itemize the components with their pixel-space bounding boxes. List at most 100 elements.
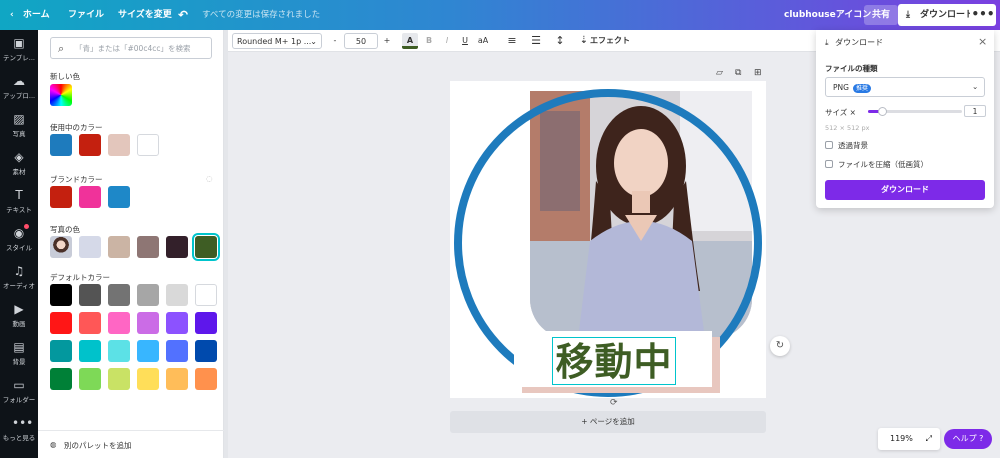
side-nav: ▣ テンプレ... ☁ アップロ... ▨ 写真 ◈ 素材 T テキスト ◉ ス… — [0, 30, 38, 458]
cloud-upload-icon: ☁ — [13, 74, 25, 88]
nav-audio[interactable]: ♫ オーディオ — [0, 258, 38, 296]
text-icon: T — [15, 188, 23, 202]
file-menu[interactable]: ファイル — [68, 0, 104, 30]
default-color-swatch[interactable] — [166, 312, 188, 334]
share-button[interactable]: 共有 — [864, 5, 899, 25]
close-icon[interactable]: × — [978, 35, 987, 48]
fullscreen-icon[interactable]: ⤢ — [926, 428, 932, 450]
add-page-button[interactable]: + ページを追加 — [450, 411, 766, 433]
download-panel-header: ⤓ ダウンロード — [825, 37, 883, 48]
font-size-decrease[interactable]: - — [328, 33, 342, 49]
font-size-increase[interactable]: + — [380, 33, 394, 49]
design-title[interactable]: clubhouseアイコン — [784, 0, 871, 30]
color-swatch[interactable] — [50, 134, 72, 156]
font-size-input[interactable]: 50 — [344, 33, 378, 49]
default-color-swatch[interactable] — [166, 340, 188, 362]
default-color-swatch[interactable] — [137, 368, 159, 390]
add-new-color-swatch[interactable] — [50, 84, 72, 106]
align-center-icon[interactable]: ≡ — [504, 33, 520, 49]
transparent-bg-checkbox[interactable] — [825, 141, 833, 149]
color-search-field[interactable]: ⌕ 「青」または「#00c4cc」を検索 — [50, 37, 212, 59]
font-family-select[interactable]: Rounded M+ 1p ... ⌄ — [232, 33, 322, 49]
nav-background[interactable]: ▤ 背景 — [0, 334, 38, 372]
default-color-swatch[interactable] — [79, 368, 101, 390]
zoom-control[interactable]: 119% ⤢ — [878, 428, 940, 450]
letter-case-button[interactable]: aA — [474, 33, 492, 49]
size-slider-handle[interactable] — [878, 107, 887, 116]
size-input[interactable]: 1 — [964, 105, 986, 117]
brand-color-swatch[interactable] — [50, 186, 72, 208]
rotate-handle-icon[interactable]: ⟳ — [610, 398, 618, 408]
brand-info-icon[interactable]: ◌ — [206, 174, 213, 183]
nav-templates[interactable]: ▣ テンプレ... — [0, 30, 38, 68]
default-color-swatch[interactable] — [50, 312, 72, 334]
default-color-swatch[interactable] — [195, 312, 217, 334]
color-swatch[interactable] — [79, 134, 101, 156]
default-color-swatch[interactable] — [137, 284, 159, 306]
nav-photos[interactable]: ▨ 写真 — [0, 106, 38, 144]
default-color-swatch[interactable] — [195, 368, 217, 390]
file-type-select[interactable]: PNG 推奨 ⌄ — [825, 77, 985, 97]
nav-uploads[interactable]: ☁ アップロ... — [0, 68, 38, 106]
default-color-swatch[interactable] — [137, 340, 159, 362]
effects-button[interactable]: エフェクト — [590, 33, 630, 49]
default-color-swatch[interactable] — [50, 368, 72, 390]
back-home-button[interactable]: ‹ ホーム — [10, 0, 50, 30]
photo-color-swatch[interactable] — [166, 236, 188, 258]
brand-color-swatch[interactable] — [108, 186, 130, 208]
nav-more[interactable]: ••• もっと見る — [0, 410, 38, 448]
default-color-swatch[interactable] — [79, 340, 101, 362]
default-color-swatch[interactable] — [195, 340, 217, 362]
brand-color-swatch[interactable] — [79, 186, 101, 208]
duplicate-page-icon[interactable]: ⧉ — [735, 68, 741, 78]
resize-menu[interactable]: サイズを変更 — [118, 0, 172, 30]
bold-button[interactable]: B — [422, 33, 436, 49]
more-options-button[interactable]: ••• — [970, 4, 996, 26]
page-notes-icon[interactable]: ▱ — [716, 68, 723, 78]
add-page-icon[interactable]: ⊞ — [754, 68, 762, 78]
compress-checkbox[interactable] — [825, 160, 833, 168]
label-text[interactable]: 移動中 — [552, 337, 676, 385]
list-icon[interactable]: ☰ — [528, 33, 544, 49]
default-color-swatch[interactable] — [79, 312, 101, 334]
photo-color-swatch[interactable] — [108, 236, 130, 258]
search-icon: ⌕ — [58, 42, 65, 55]
color-swatch[interactable] — [108, 134, 130, 156]
default-color-swatch[interactable] — [195, 284, 217, 306]
default-color-swatch[interactable] — [50, 340, 72, 362]
nav-elements[interactable]: ◈ 素材 — [0, 144, 38, 182]
photo-color-swatch[interactable] — [137, 236, 159, 258]
download-submit-button[interactable]: ダウンロード — [825, 180, 985, 200]
photo-color-swatch[interactable] — [79, 236, 101, 258]
default-color-swatch[interactable] — [166, 368, 188, 390]
default-color-swatch[interactable] — [108, 340, 130, 362]
rotate-icon[interactable]: ↻ — [770, 336, 790, 356]
nav-text[interactable]: T テキスト — [0, 182, 38, 220]
help-button[interactable]: ヘルプ ? — [944, 429, 992, 449]
default-color-swatch[interactable] — [166, 284, 188, 306]
nav-styles[interactable]: ◉ スタイル — [0, 220, 38, 258]
default-color-swatch[interactable] — [137, 312, 159, 334]
default-color-swatch[interactable] — [108, 312, 130, 334]
photo-color-swatch[interactable] — [192, 233, 220, 261]
color-swatch[interactable] — [137, 134, 159, 156]
panel-scrollbar[interactable] — [224, 30, 228, 458]
design-page[interactable]: 移動中 — [450, 81, 766, 398]
line-spacing-icon[interactable]: ↕ — [552, 33, 568, 49]
size-px-readout: 512 × 512 px — [825, 124, 870, 132]
notification-dot — [24, 224, 29, 229]
nav-folders[interactable]: ▭ フォルダー — [0, 372, 38, 410]
default-color-swatch[interactable] — [108, 368, 130, 390]
italic-button[interactable]: I — [440, 33, 454, 49]
download-icon: ⤓ — [906, 10, 910, 20]
default-color-swatch[interactable] — [108, 284, 130, 306]
nav-video[interactable]: ▶ 動画 — [0, 296, 38, 334]
underline-button[interactable]: U — [458, 33, 472, 49]
add-palette-footer[interactable]: ◍ 別のパレットを追加 — [38, 430, 224, 458]
undo-icon[interactable]: ↶ — [178, 0, 188, 30]
in-use-heading: 使用中のカラー — [50, 123, 103, 132]
default-color-swatch[interactable] — [50, 284, 72, 306]
default-color-swatch[interactable] — [79, 284, 101, 306]
size-slider-track[interactable] — [868, 107, 962, 116]
text-color-button[interactable]: A — [402, 33, 418, 49]
